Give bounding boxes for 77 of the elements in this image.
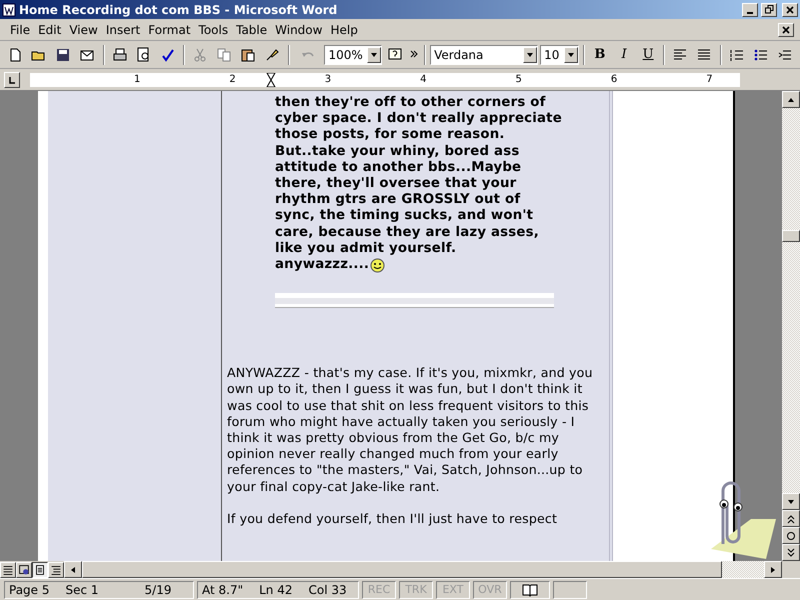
previous-page-button[interactable] [782, 510, 800, 527]
format-button[interactable]: I [612, 44, 636, 66]
circle-icon [786, 530, 796, 540]
quote-text-line: like you admit yourself. [275, 240, 456, 258]
pages-icon [216, 46, 232, 62]
printer-icon [112, 46, 128, 62]
menu-item[interactable]: Edit [34, 22, 66, 36]
scroll-down-button[interactable] [782, 493, 800, 510]
menu-item[interactable]: Insert [102, 22, 144, 36]
close-document-button[interactable] [778, 22, 794, 36]
double-down-arrow-icon [786, 548, 796, 558]
align-left-icon [672, 46, 688, 62]
quote-text-line: But..take your whiny, bored ass [275, 144, 520, 160]
help-icon [387, 46, 404, 62]
scissors-icon [192, 46, 208, 62]
tab-stop-icon [8, 76, 16, 84]
horizontal-ruler[interactable]: 1 2 3 4 5 6 7 [30, 72, 740, 86]
window-title: Home Recording dot com BBS - Microsoft Word [19, 2, 338, 16]
quote-text-line: attitude to another bbs...Maybe [275, 160, 522, 176]
quote-text-line: care, because they are lazy asses, [275, 224, 539, 241]
menu-item[interactable]: Table [232, 22, 272, 36]
paintbrush-icon [264, 46, 280, 62]
menu-item[interactable]: File [6, 22, 34, 36]
menu-item[interactable]: Format [144, 22, 195, 36]
view-button[interactable] [32, 562, 48, 578]
status-panel [553, 580, 587, 598]
scroll-right-button[interactable] [764, 561, 782, 578]
minimize-icon [747, 12, 753, 14]
bulleted-list-icon [752, 46, 769, 62]
menu-item[interactable]: View [65, 22, 102, 36]
web-view-icon [17, 562, 31, 576]
ruler-number: 7 [706, 74, 713, 85]
body-paragraph: If you defend yourself, then I'll just have to respect [227, 510, 558, 528]
close-icon [786, 6, 794, 14]
restore-button[interactable] [761, 2, 777, 16]
font-size-dropdown[interactable]: 10 [540, 44, 579, 64]
quote-text-line: rhythm gtrs are GROSSLY out of [275, 192, 520, 208]
quote-text-line: then they're off to other corners of [275, 95, 546, 112]
scroll-left-button[interactable] [64, 561, 82, 578]
minimize-button[interactable] [742, 2, 758, 16]
ruler-number: 4 [420, 74, 426, 85]
restore-icon [764, 5, 774, 14]
scroll-up-button[interactable] [782, 91, 800, 108]
ruler-number: 6 [610, 74, 618, 85]
close-button[interactable] [782, 2, 798, 16]
double-up-arrow-icon [786, 514, 796, 524]
quote-text-line: anywazzz.... [275, 257, 370, 274]
browse-object-button[interactable] [782, 527, 800, 544]
menu-item[interactable]: Window [271, 22, 326, 36]
quote-text-line: there, they'll oversee that your [275, 176, 516, 192]
ruler-number: 5 [516, 74, 522, 85]
next-page-button[interactable] [782, 544, 800, 561]
close-icon [782, 26, 790, 34]
ruler-number: 3 [324, 74, 332, 85]
ruler-number: 2 [229, 74, 236, 85]
book-icon [522, 582, 538, 596]
format-button[interactable]: B [588, 44, 611, 66]
tab-stop-button[interactable] [4, 72, 20, 88]
print-view-icon [33, 562, 47, 576]
menu-item[interactable]: Tools [194, 22, 232, 36]
smiley-icon [370, 258, 386, 273]
menu-item[interactable]: Help [326, 22, 362, 36]
body-paragraph: ANYWAZZZ - that's my case. If it's you, mixmkr, and you own up to it, then I guess it was fun, but I don't think it was cool to use that shit on less frequent visitors to this forum who might have actually taken you seriously - I think it was pretty obvious from the Get Go, b/c my opinion never really changed much from your early references to "the masters," Vai, Satch, Johnson...up to your final copy-cat Jake-like rant. [227, 365, 594, 495]
format-button[interactable]: U [637, 44, 660, 66]
quote-text-line: cyber space. I don't really appreciate [275, 111, 562, 128]
ruler-number: 1 [134, 74, 140, 85]
justify-icon [696, 46, 712, 62]
quote-text-line: sync, the timing sucks, and won't [275, 208, 534, 225]
document-icon [2, 2, 16, 16]
scroll-thumb[interactable] [82, 561, 722, 578]
scroll-thumb[interactable] [782, 230, 800, 242]
checkmark-icon [160, 46, 176, 62]
indent-marker-icon[interactable] [266, 72, 276, 86]
clipboard-icon [240, 46, 256, 62]
font-dropdown[interactable]: Verdana [430, 44, 538, 64]
quote-text-line: those posts, for some reason. [275, 127, 505, 144]
zoom-dropdown[interactable]: 100% [324, 44, 382, 64]
